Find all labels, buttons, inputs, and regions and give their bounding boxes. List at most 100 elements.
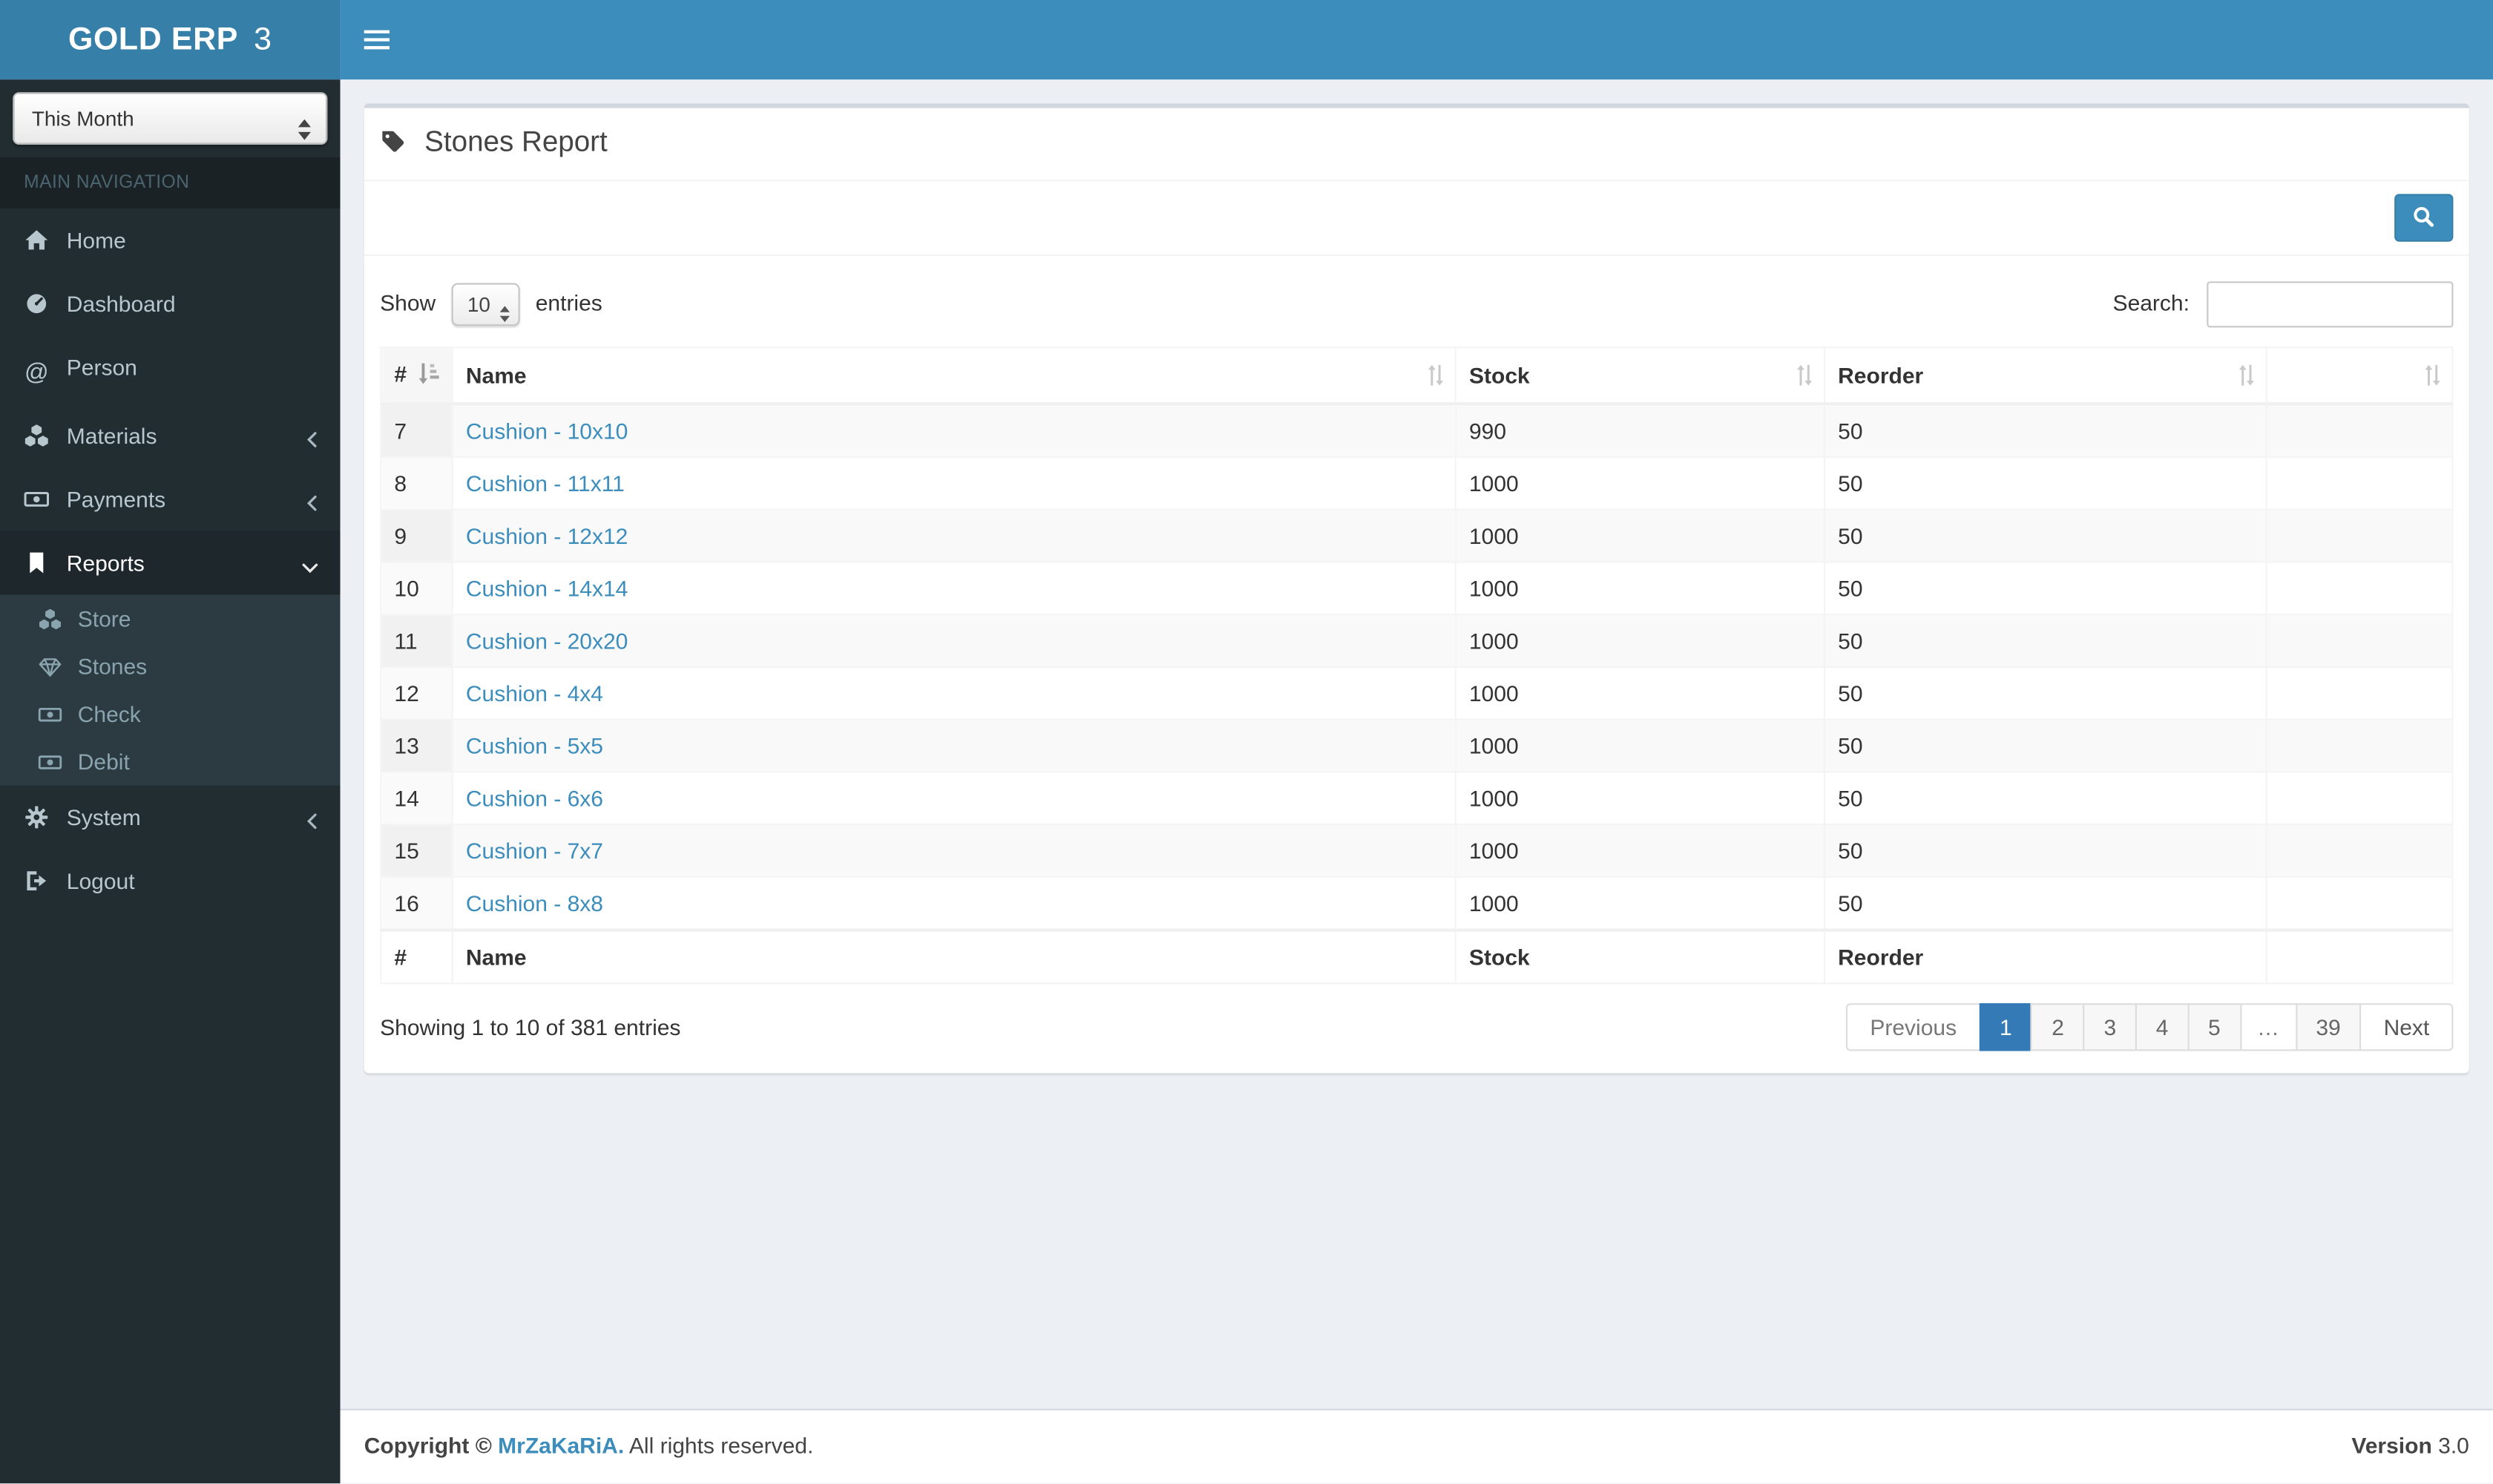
sidebar-item-home: Home <box>0 209 341 272</box>
stone-link[interactable]: Cushion - 4x4 <box>466 680 603 706</box>
sidebar-link-payments[interactable]: Payments <box>0 467 341 531</box>
sidebar-item-dashboard: Dashboard <box>0 272 341 335</box>
column-header-stock[interactable]: Stock <box>1454 347 1825 406</box>
sidebar-link-dashboard[interactable]: Dashboard <box>0 272 341 335</box>
table-search-input[interactable] <box>2207 281 2454 328</box>
sidebar-link-home[interactable]: Home <box>0 209 341 272</box>
chevron-left-icon <box>305 427 319 453</box>
pagination-previous[interactable]: Previous <box>1846 1003 1981 1051</box>
pagination-page-3[interactable]: 3 <box>2083 1003 2138 1051</box>
cell-stock: 1000 <box>1454 771 1825 826</box>
sort-both-icon <box>2239 364 2254 391</box>
cell-actions <box>2265 508 2454 563</box>
screen: GOLD ERP 3 This Month MAIN NAVIGATION Ho… <box>0 0 2493 1484</box>
sidebar-item-person: @ Person <box>0 335 341 404</box>
cell-num: 11 <box>380 614 453 668</box>
stone-link[interactable]: Cushion - 8x8 <box>466 890 603 916</box>
cell-stock: 1000 <box>1454 456 1825 510</box>
sort-both-icon <box>1428 364 1444 391</box>
pagination-page-1[interactable]: 1 <box>1979 1003 2033 1051</box>
page-title: Stones Report <box>380 125 608 162</box>
sidebar-toggle-button[interactable] <box>341 0 414 80</box>
sidebar-link-store[interactable]: Store <box>0 594 341 642</box>
stone-link[interactable]: Cushion - 20x20 <box>466 628 628 653</box>
cell-reorder: 50 <box>1823 876 2267 931</box>
pagination-page-2[interactable]: 2 <box>2031 1003 2085 1051</box>
sidebar-item-reports: Reports <box>0 531 341 595</box>
page-length-select[interactable]: 10 <box>451 283 520 326</box>
stone-link[interactable]: Cushion - 10x10 <box>466 418 628 444</box>
stone-link[interactable]: Cushion - 11x11 <box>466 470 625 496</box>
period-select[interactable]: This Month <box>13 92 328 145</box>
table-header-row: # Name Stock Reorder <box>380 347 2454 406</box>
table-info: Showing 1 to 10 of 381 entries <box>380 1014 681 1040</box>
column-header-num[interactable]: # <box>380 347 453 406</box>
table-row: 10 Cushion - 14x14 1000 50 <box>380 561 2454 616</box>
cell-reorder: 50 <box>1823 823 2267 878</box>
sidebar-label: Materials <box>66 423 157 449</box>
column-header-reorder[interactable]: Reorder <box>1823 347 2267 406</box>
pagination-page-5[interactable]: 5 <box>2187 1003 2241 1051</box>
sidebar-label: System <box>66 804 141 830</box>
search-button[interactable] <box>2394 194 2454 242</box>
sidebar-link-check[interactable]: Check <box>0 690 341 738</box>
stone-link[interactable]: Cushion - 12x12 <box>466 523 628 548</box>
table-search-control: Search: <box>2112 281 2454 328</box>
cell-stock: 1000 <box>1454 823 1825 878</box>
sidebar-item-payments: Payments <box>0 467 341 531</box>
pagination-page-39[interactable]: 39 <box>2295 1003 2362 1051</box>
sidebar-label: Reports <box>66 550 145 576</box>
sidebar-link-system[interactable]: System <box>0 786 341 850</box>
cell-name: Cushion - 4x4 <box>451 666 1456 720</box>
period-select-value: This Month <box>31 106 134 131</box>
column-header-name[interactable]: Name <box>451 347 1456 406</box>
stone-link[interactable]: Cushion - 7x7 <box>466 838 603 863</box>
page-length-value: 10 <box>467 292 490 317</box>
hamburger-icon <box>364 30 390 50</box>
cell-reorder: 50 <box>1823 456 2267 510</box>
table-row: 8 Cushion - 11x11 1000 50 <box>380 456 2454 510</box>
cell-num: 12 <box>380 666 453 720</box>
cell-name: Cushion - 12x12 <box>451 508 1456 563</box>
money-icon <box>24 487 49 512</box>
cell-stock: 1000 <box>1454 718 1825 773</box>
sidebar-link-debit[interactable]: Debit <box>0 738 341 785</box>
cell-num: 13 <box>380 718 453 773</box>
stone-link[interactable]: Cushion - 14x14 <box>466 576 628 601</box>
sidebar-link-stones[interactable]: Stones <box>0 643 341 690</box>
datatable-area: Show 10 entries Search: # Name Stock Reo… <box>364 256 2469 1073</box>
pagination-next[interactable]: Next <box>2359 1003 2454 1051</box>
version-label: Version <box>2351 1433 2432 1459</box>
cell-reorder: 50 <box>1823 614 2267 668</box>
cell-reorder: 50 <box>1823 718 2267 773</box>
sidebar-link-reports[interactable]: Reports <box>0 531 341 595</box>
card-toolbar <box>364 181 2469 256</box>
cell-actions <box>2265 771 2454 826</box>
table-row: 13 Cushion - 5x5 1000 50 <box>380 718 2454 773</box>
brand-logo[interactable]: GOLD ERP 3 <box>0 0 341 80</box>
money-icon <box>38 750 62 774</box>
cubes-icon <box>38 608 62 631</box>
period-filter: This Month <box>13 92 328 145</box>
cell-num: 8 <box>380 456 453 510</box>
column-header-actions[interactable] <box>2265 347 2454 406</box>
sort-amount-asc-icon <box>418 363 440 390</box>
table-row: 16 Cushion - 8x8 1000 50 <box>380 876 2454 931</box>
footer-reorder: Reorder <box>1823 928 2267 985</box>
sidebar-link-materials[interactable]: Materials <box>0 404 341 467</box>
owner-link[interactable]: MrZaKaRiA. <box>498 1434 624 1459</box>
search-label: Search: <box>2112 289 2190 315</box>
stone-link[interactable]: Cushion - 6x6 <box>466 786 603 811</box>
footer-num: # <box>380 928 453 985</box>
sidebar: This Month MAIN NAVIGATION Home Dashboar… <box>0 79 341 1484</box>
sidebar-section-header: MAIN NAVIGATION <box>0 157 341 209</box>
cell-name: Cushion - 6x6 <box>451 771 1456 826</box>
page-footer: Version 3.0 Copyright © MrZaKaRiA. All r… <box>340 1409 2493 1484</box>
sidebar-link-logout[interactable]: Logout <box>0 849 341 913</box>
pagination-page-4[interactable]: 4 <box>2135 1003 2190 1051</box>
sidebar-link-person[interactable]: @ Person <box>0 335 341 404</box>
cell-actions <box>2265 403 2454 459</box>
cell-actions <box>2265 456 2454 510</box>
stone-link[interactable]: Cushion - 5x5 <box>466 733 603 758</box>
table-row: 9 Cushion - 12x12 1000 50 <box>380 508 2454 563</box>
